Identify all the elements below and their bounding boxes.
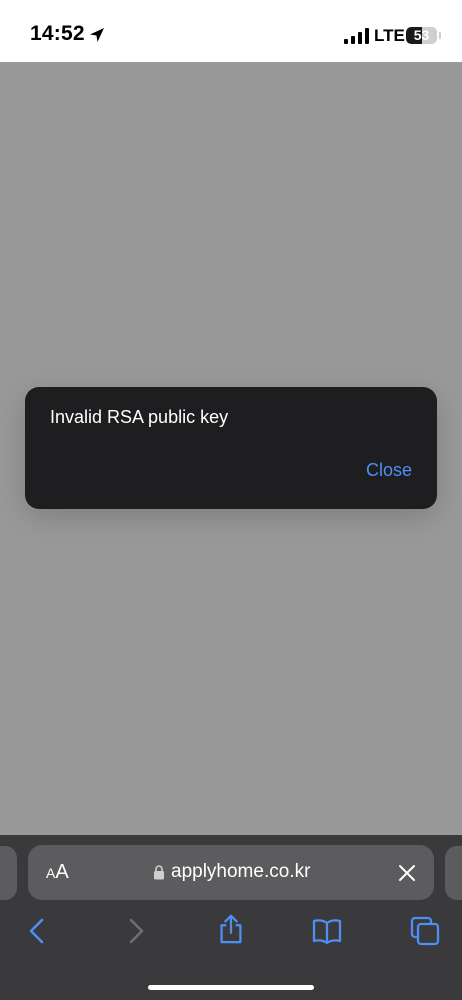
address-bar[interactable]: AA applyhome.co.kr [28,845,434,900]
close-button[interactable]: Close [366,460,412,481]
previous-tab-peek[interactable] [0,846,17,900]
battery-indicator: 53 [406,27,437,44]
bookmarks-icon[interactable] [311,915,343,947]
signal-icon [344,28,369,44]
share-icon[interactable] [215,913,247,945]
text-size-large-label: A [55,861,69,883]
url-text[interactable]: applyhome.co.kr [171,861,310,883]
text-size-button[interactable]: AA [46,861,69,884]
forward-icon[interactable] [120,915,152,947]
back-icon[interactable] [22,915,54,947]
clear-icon[interactable] [398,864,416,882]
lock-icon [154,865,164,880]
home-indicator [148,985,314,990]
tabs-icon[interactable] [409,915,441,947]
battery-tip [439,32,441,39]
battery-level: 53 [413,27,430,43]
status-time: 14:52 [30,22,85,45]
alert-dialog: Invalid RSA public key Close [25,387,437,509]
text-size-small-label: A [46,865,56,881]
browser-toolbar: AA applyhome.co.kr [0,835,462,1000]
next-tab-peek[interactable] [445,846,462,900]
alert-message: Invalid RSA public key [50,407,229,427]
network-type: LTE [374,26,405,45]
location-arrow-icon [90,28,104,42]
status-bar: 14:52 LTE 53 [0,0,462,62]
